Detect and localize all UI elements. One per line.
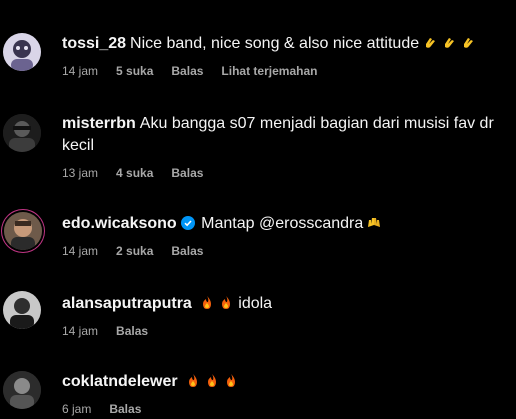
comment-text: edo.wicaksono Mantap @erosscandra [62, 213, 512, 235]
raising-hands-emoji [368, 218, 381, 227]
comment-meta: 6 jam Balas [62, 401, 512, 417]
comment-time: 14 jam [62, 324, 99, 338]
comment-message: Mantap @erosscandra [201, 215, 364, 232]
comment-meta: 14 jam Balas [62, 323, 512, 339]
avatar[interactable] [3, 114, 41, 152]
comment-username[interactable]: alansaputraputra [62, 295, 192, 312]
clapping-hands-emoji [464, 38, 474, 48]
comment-time: 6 jam [62, 402, 92, 416]
comment-text: misterrbn Aku bangga s07 menjadi bagian d… [62, 113, 512, 157]
avatar-image [3, 371, 41, 409]
comment-time: 14 jam [62, 244, 99, 258]
comment-likes[interactable]: 2 suka [116, 243, 153, 259]
comment-username[interactable]: edo.wicaksono [62, 215, 177, 232]
comment-likes[interactable]: 5 suka [116, 63, 153, 79]
avatar[interactable] [3, 291, 41, 329]
fire-emoji [202, 296, 211, 309]
avatar[interactable] [4, 212, 42, 250]
comment-time: 13 jam [62, 166, 99, 180]
fire-emoji [188, 374, 197, 387]
avatar-image [3, 291, 41, 329]
avatar[interactable] [3, 33, 41, 71]
reply-button[interactable]: Balas [171, 63, 203, 79]
avatar-image [3, 114, 41, 152]
clapping-hands-emoji [426, 38, 436, 48]
comment-username[interactable]: tossi_28 [62, 35, 126, 52]
comment-meta: 13 jam 4 suka Balas [62, 165, 512, 181]
fire-emoji [226, 374, 235, 387]
comment-meta: 14 jam 2 suka Balas [62, 243, 512, 259]
fire-emoji [207, 374, 216, 387]
comment-list: tossi_28 Nice band, nice song & also nice… [0, 0, 516, 419]
comment-likes[interactable]: 4 suka [116, 165, 153, 181]
comment-message: Nice band, nice song & also nice attitud… [130, 35, 420, 52]
see-translation-button[interactable]: Lihat terjemahan [221, 63, 317, 79]
comment-text: tossi_28 Nice band, nice song & also nice… [62, 33, 512, 55]
comment-message: idola [238, 295, 273, 312]
reply-button[interactable]: Balas [109, 401, 141, 417]
comment-text: alansaputraputra idola [62, 293, 512, 315]
comment-time: 14 jam [62, 64, 99, 78]
avatar[interactable] [3, 371, 41, 409]
reply-button[interactable]: Balas [171, 243, 203, 259]
avatar-image [3, 33, 41, 71]
comment-meta: 14 jam 5 suka Balas Lihat terjemahan [62, 63, 512, 79]
clapping-hands-emoji [445, 38, 455, 48]
comment-text: coklatndelewer [62, 371, 512, 393]
reply-button[interactable]: Balas [171, 165, 203, 181]
reply-button[interactable]: Balas [116, 323, 148, 339]
verified-badge-icon [180, 216, 195, 230]
comment-username[interactable]: misterrbn [62, 115, 136, 132]
comment-username[interactable]: coklatndelewer [62, 373, 178, 390]
fire-emoji [221, 296, 230, 309]
avatar-image [4, 212, 42, 250]
